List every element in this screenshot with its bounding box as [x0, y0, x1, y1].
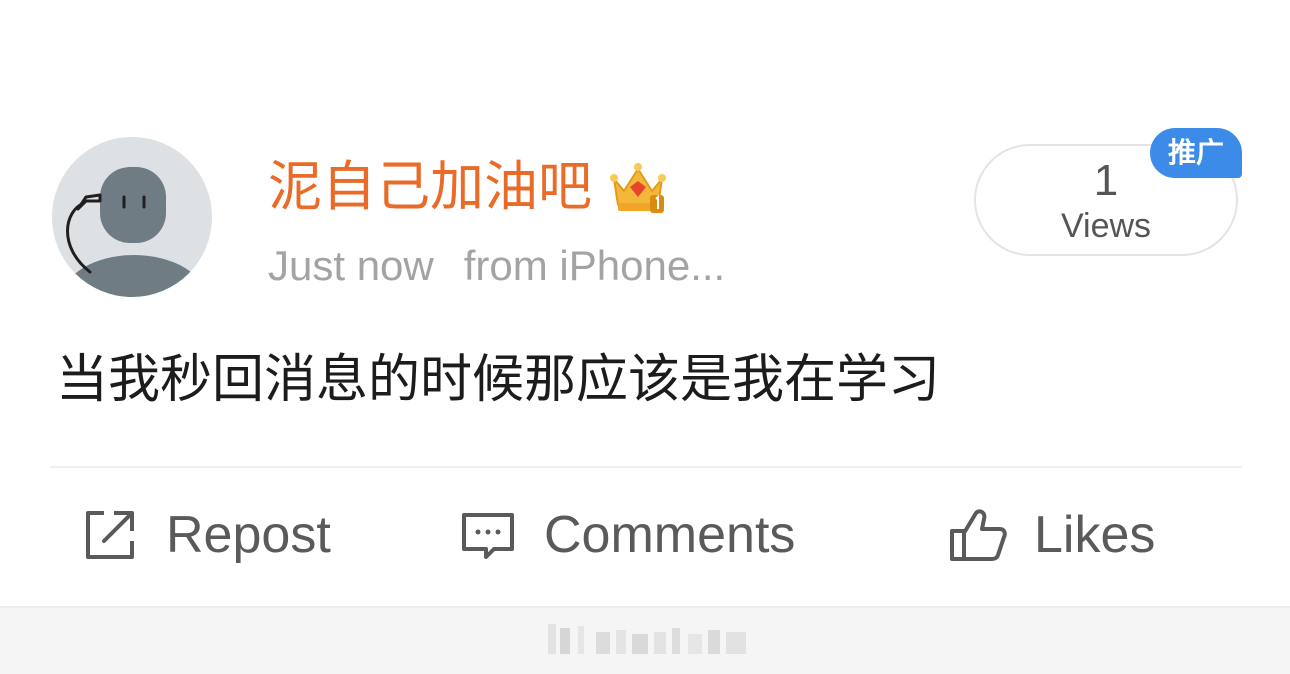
avatar[interactable] [52, 137, 212, 297]
post-meta: Just now from iPhone... [268, 238, 725, 294]
repost-button[interactable]: Repost [80, 500, 331, 570]
divider [50, 466, 1242, 468]
thumbs-up-icon [948, 505, 1008, 565]
repost-label: Repost [166, 506, 331, 564]
username[interactable]: 泥自己加油吧 [268, 152, 668, 222]
likes-label: Likes [1034, 506, 1156, 564]
promo-badge: 推广 [1150, 128, 1242, 178]
post-source: from iPhone... [463, 242, 726, 289]
post-card: 泥自己加油吧 Just now from iPhone... 1 Views 推广… [0, 0, 1290, 606]
post-content: 当我秒回消息的时候那应该是我在学习 [56, 350, 941, 410]
post-timestamp: Just now [268, 242, 434, 289]
repost-icon [80, 505, 140, 565]
likes-button[interactable]: Likes [948, 500, 1155, 570]
watermark-icon [538, 618, 758, 662]
comments-button[interactable]: Comments [458, 500, 795, 570]
comment-icon [458, 505, 518, 565]
views-label: Views [1060, 207, 1152, 245]
comments-label: Comments [544, 506, 796, 564]
crown-icon [608, 157, 668, 217]
username-text[interactable]: 泥自己加油吧 [268, 152, 592, 222]
